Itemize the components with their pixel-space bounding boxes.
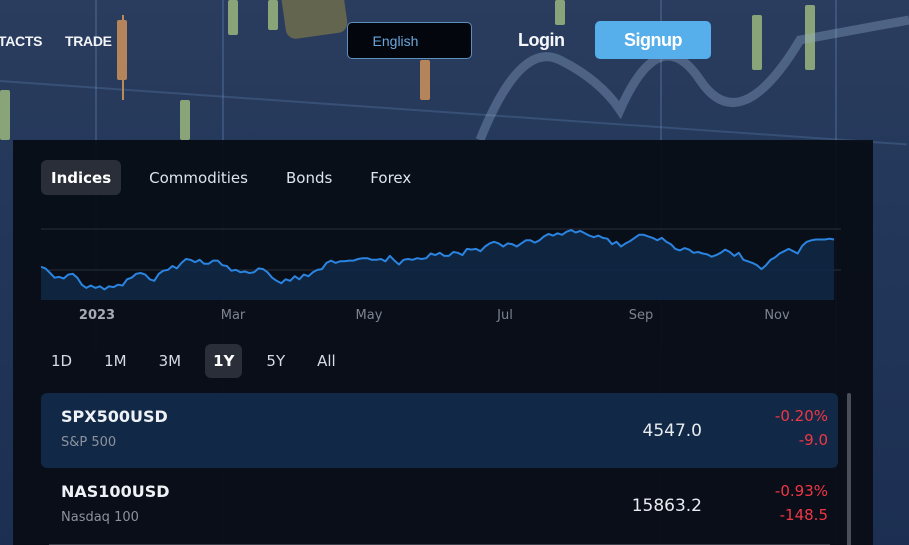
symbol-ticker: SPX500USD	[61, 407, 168, 426]
login-link[interactable]: Login	[518, 30, 565, 51]
range-1y[interactable]: 1Y	[205, 344, 243, 378]
chart-area-fill	[41, 230, 834, 300]
symbol-change-absolute: -9.0	[798, 431, 828, 449]
tab-forex[interactable]: Forex	[360, 160, 421, 195]
market-overview-widget: Indices Commodities Bonds Forex 2023 Mar M…	[13, 140, 873, 545]
symbol-description: Nasdaq 100	[61, 510, 139, 525]
range-1m[interactable]: 1M	[96, 344, 135, 378]
x-tick-label: May	[355, 308, 383, 323]
x-tick-label: Sep	[628, 308, 654, 323]
bg-curve	[475, 15, 909, 140]
symbol-row-spx500usd[interactable]: SPX500USD S&P 500 4547.0 -0.20% -9.0	[41, 393, 838, 468]
symbol-ticker: NAS100USD	[61, 482, 170, 501]
language-select[interactable]: English	[347, 22, 472, 59]
asset-class-tabs: Indices Commodities Bonds Forex	[41, 160, 439, 195]
tab-commodities[interactable]: Commodities	[139, 160, 258, 195]
range-5y[interactable]: 5Y	[258, 344, 293, 378]
range-3m[interactable]: 3M	[151, 344, 190, 378]
nav-link-contacts[interactable]: TACTS	[0, 33, 42, 49]
symbol-change-percent: -0.20%	[774, 407, 828, 425]
x-tick-label: Mar	[220, 308, 246, 323]
symbol-row-nas100usd[interactable]: NAS100USD Nasdaq 100 15863.2 -0.93% -148…	[41, 468, 838, 545]
symbol-description: S&P 500	[61, 435, 117, 450]
signup-button[interactable]: Signup	[595, 21, 711, 59]
symbol-list-scrollbar[interactable]	[847, 393, 851, 545]
symbol-change-absolute: -148.5	[779, 506, 828, 524]
range-1d[interactable]: 1D	[43, 344, 80, 378]
nav-link-trade[interactable]: TRADE	[65, 33, 112, 49]
chart-x-axis: 2023 Mar May Jul Sep Nov	[41, 308, 841, 328]
tab-indices[interactable]: Indices	[41, 160, 122, 195]
symbol-change-percent: -0.93%	[774, 482, 828, 500]
range-all[interactable]: All	[309, 344, 344, 378]
symbol-price: 15863.2	[631, 496, 702, 516]
tab-bonds[interactable]: Bonds	[276, 160, 342, 195]
x-tick-label: 2023	[78, 308, 116, 323]
symbol-price: 4547.0	[642, 421, 702, 441]
symbol-list: SPX500USD S&P 500 4547.0 -0.20% -9.0 NAS…	[41, 393, 838, 545]
language-select-value: English	[372, 32, 419, 49]
x-tick-label: Jul	[497, 308, 513, 323]
price-chart-svg	[41, 228, 841, 300]
x-tick-label: Nov	[764, 308, 790, 323]
time-range-selector: 1D 1M 3M 1Y 5Y All	[43, 344, 360, 378]
